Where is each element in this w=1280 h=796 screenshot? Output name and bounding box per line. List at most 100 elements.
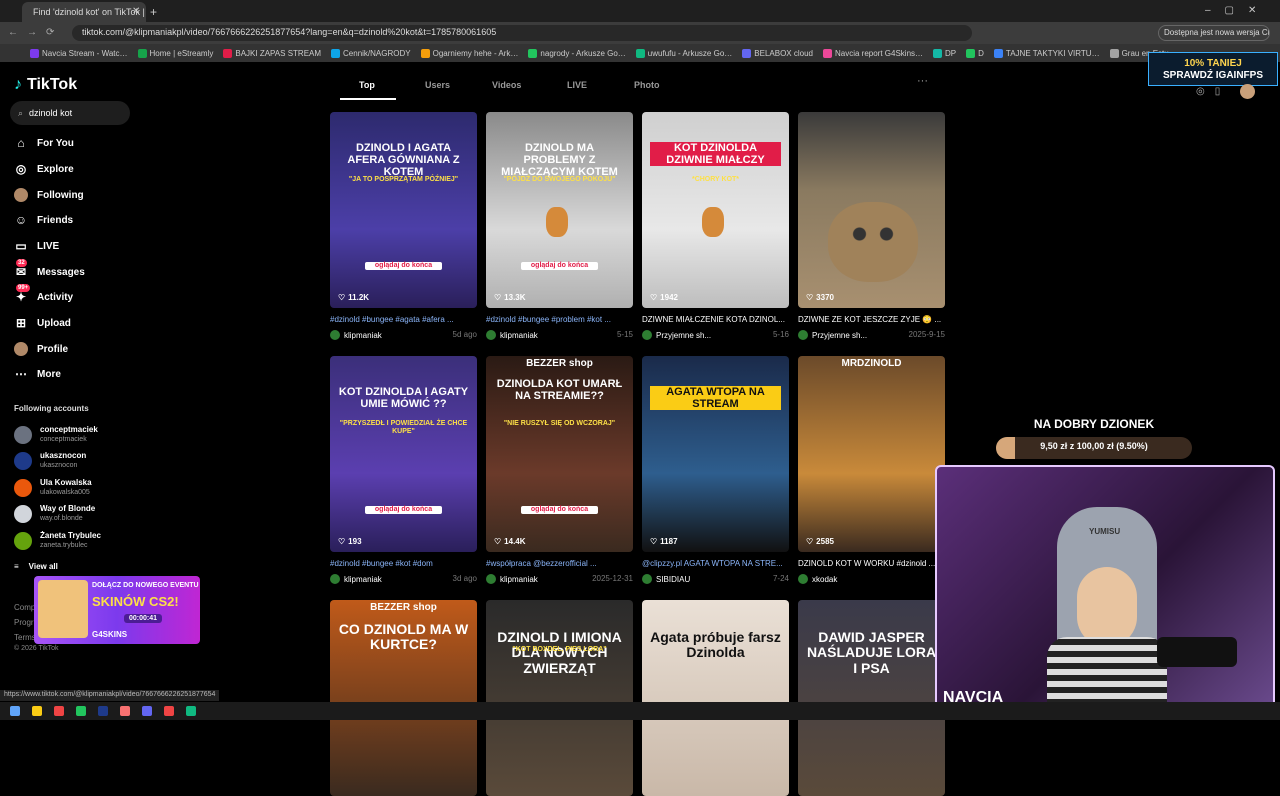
nav-activity[interactable]: ✦ 99+ Activity xyxy=(14,284,73,304)
tab-users[interactable]: Users xyxy=(425,80,450,90)
footer-item[interactable]: Progr xyxy=(14,615,36,630)
bookmark-item[interactable]: DP xyxy=(933,48,956,58)
obs-icon[interactable] xyxy=(142,706,152,716)
chrome-update-button[interactable]: Dostępna jest nowa wersja Chrome xyxy=(1158,25,1270,41)
bookmark-item[interactable]: TAJNE TAKTYKI VIRTU… xyxy=(993,48,1100,58)
video-card[interactable]: BEZZER shop DZINOLDA KOT UMARŁ NA STREAMI… xyxy=(486,356,633,584)
footer-item[interactable]: Comp xyxy=(14,600,36,615)
video-description[interactable]: #dzinold #bungee #kot #dom xyxy=(330,559,477,568)
chrome-icon[interactable] xyxy=(120,706,130,716)
video-thumbnail[interactable]: Agata próbuje farsz Dzinolda xyxy=(642,600,789,796)
nav-live[interactable]: ▭ LIVE xyxy=(14,239,59,253)
opera-icon[interactable] xyxy=(54,706,64,716)
following-account[interactable]: Way of Blonde way.of.blonde xyxy=(14,504,95,523)
more-options-icon[interactable]: ··· xyxy=(917,75,928,87)
video-card[interactable]: ♡ 3370 DZIWNE ZE KOT JESZCZE ZYJE 😳 ... Prz… xyxy=(798,112,945,340)
spotify-icon[interactable] xyxy=(76,706,86,716)
bookmark-item[interactable]: uwufufu - Arkusze Go… xyxy=(635,48,732,58)
video-description[interactable]: DZINOLD KOT W WORKU #dzinold ... xyxy=(798,559,945,568)
video-author[interactable]: Przyjemne sh... xyxy=(642,330,711,340)
video-description[interactable]: @clipzzy.pl AGATA WTOPA NA STRE... xyxy=(642,559,789,568)
bookmark-item[interactable]: BELABOX cloud xyxy=(742,48,813,58)
bookmark-item[interactable]: Navcia report G4Skins… xyxy=(822,48,923,58)
video-card[interactable]: DZINOLD I IMIONA DLA NOWYCH ZWIERZĄT "KOT… xyxy=(486,600,633,796)
nav-label: Friends xyxy=(37,214,74,226)
nav-buttons-icon[interactable]: ←→⟳ xyxy=(8,27,63,38)
video-card[interactable]: DZINOLD I AGATA AFERA GÓWNIANA Z KOTEM "J… xyxy=(330,112,477,340)
tab-photo[interactable]: Photo xyxy=(634,80,660,90)
video-description[interactable]: #dzinold #bungee #problem #kot ... xyxy=(486,315,633,324)
video-description[interactable]: #dzinold #bungee #agata #afera ... xyxy=(330,315,477,324)
tiktok-logo[interactable]: ♪ TikTok xyxy=(14,76,77,94)
tiktok-header-icons[interactable]: ◎▯ xyxy=(1196,86,1230,97)
video-card[interactable]: DAWID JASPER NAŚLADUJE LORA I PSA xyxy=(798,600,945,796)
video-thumbnail[interactable]: ♡ 3370 xyxy=(798,112,945,308)
user-avatar[interactable] xyxy=(1240,84,1255,99)
thumbnail-subcaption: "KOT BOXDEL, PIES LORA" xyxy=(512,646,607,653)
bookmark-item[interactable]: Home | eStreamly xyxy=(137,48,213,58)
window-controls[interactable]: –▢✕ xyxy=(1205,5,1270,16)
video-author[interactable]: Przyjemne sh... xyxy=(798,330,867,340)
video-card[interactable]: DZINOLD MA PROBLEMY Z MIAŁCZĄCYM KOTEM "P… xyxy=(486,112,633,340)
nav-for-you[interactable]: ⌂ For You xyxy=(14,136,73,150)
chrome-alt-icon[interactable] xyxy=(164,706,174,716)
nav-messages[interactable]: ✉ 32 Messages xyxy=(14,259,85,279)
video-thumbnail[interactable]: DZINOLD I IMIONA DLA NOWYCH ZWIERZĄT "KOT… xyxy=(486,600,633,796)
bookmark-item[interactable]: D xyxy=(966,48,984,58)
video-card[interactable]: AGATA WTOPA NA STREAM ♡ 1187 @clipzzy.pl AG… xyxy=(642,356,789,584)
video-thumbnail[interactable]: KOT DZINOLDA I AGATY UMIE MÓWIĆ ?? "PRZYS… xyxy=(330,356,477,552)
video-author[interactable]: xkodak xyxy=(798,574,837,584)
promo-brand: G4SKINS xyxy=(92,630,128,639)
following-account[interactable]: ukasznocon ukasznocon xyxy=(14,451,86,470)
bookmark-item[interactable]: Cennik/NAGRODY xyxy=(331,48,411,58)
video-thumbnail[interactable]: DZINOLD I AGATA AFERA GÓWNIANA Z KOTEM "J… xyxy=(330,112,477,308)
video-card[interactable]: MRDZINOLD ♡ 2585 DZINOLD KOT W WORKU #dzino… xyxy=(798,356,945,584)
video-thumbnail[interactable]: MRDZINOLD ♡ 2585 xyxy=(798,356,945,552)
following-account[interactable]: conceptmaciek conceptmaciek xyxy=(14,425,98,444)
browser-tab[interactable]: Find 'dzinold kot' on TikTok | TikTok xyxy=(22,2,146,22)
nav-friends[interactable]: ☺ Friends xyxy=(14,213,73,227)
video-description[interactable]: DZIWNE ZE KOT JESZCZE ZYJE 😳 ... xyxy=(798,315,945,324)
nav-more[interactable]: ⋯ More xyxy=(14,367,61,381)
bookmark-item[interactable]: BAJKI ZAPAS STREAM xyxy=(223,48,321,58)
video-thumbnail[interactable]: DAWID JASPER NAŚLADUJE LORA I PSA xyxy=(798,600,945,796)
video-author[interactable]: klipmaniak xyxy=(486,574,538,584)
new-tab-icon[interactable]: + xyxy=(150,5,157,19)
tab-top[interactable]: Top xyxy=(359,80,375,90)
search-input[interactable]: ⌕ dzinold kot xyxy=(10,101,130,125)
video-card[interactable]: KOT DZINOLDA I AGATY UMIE MÓWIĆ ?? "PRZYS… xyxy=(330,356,477,584)
view-all-link[interactable]: ≡ View all xyxy=(14,562,58,571)
video-thumbnail[interactable]: BEZZER shop CO DZINOLD MA W KURTCE? xyxy=(330,600,477,796)
video-card[interactable]: Agata próbuje farsz Dzinolda xyxy=(642,600,789,796)
video-description[interactable]: DZIWNE MIAŁCZENIE KOTA DZINOL... xyxy=(642,315,789,324)
video-author[interactable]: klipmaniak xyxy=(330,330,382,340)
following-account[interactable]: Żaneta Trybulec zaneta.trybulec xyxy=(14,531,101,550)
nav-following[interactable]: Following xyxy=(14,188,84,202)
nav-upload[interactable]: ⊞ Upload xyxy=(14,316,71,330)
steam-icon[interactable] xyxy=(98,706,108,716)
video-thumbnail[interactable]: KOT DZINOLDA DZIWNIE MIAŁCZY *CHORY KOT* ♡… xyxy=(642,112,789,308)
tab-live[interactable]: LIVE xyxy=(567,80,587,90)
video-card[interactable]: BEZZER shop CO DZINOLD MA W KURTCE? xyxy=(330,600,477,796)
video-thumbnail[interactable]: AGATA WTOPA NA STREAM ♡ 1187 xyxy=(642,356,789,552)
url-field[interactable]: tiktok.com/@klipmaniakpl/video/766766622… xyxy=(72,25,972,41)
video-description[interactable]: #współpraca @bezzerofficial ... xyxy=(486,559,633,568)
video-card[interactable]: KOT DZINOLDA DZIWNIE MIAŁCZY *CHORY KOT* ♡… xyxy=(642,112,789,340)
nav-explore[interactable]: ◎ Explore xyxy=(14,162,74,176)
footer-item[interactable]: Terms xyxy=(14,630,36,645)
video-author[interactable]: klipmaniak xyxy=(330,574,382,584)
following-account[interactable]: Ula Kowalska ulakowalska005 xyxy=(14,478,92,497)
close-tab-icon[interactable]: ✕ xyxy=(132,6,140,17)
bookmark-item[interactable]: Ogarniemy hehe - Ark… xyxy=(420,48,518,58)
terminal-icon[interactable] xyxy=(186,706,196,716)
video-author[interactable]: klipmaniak xyxy=(486,330,538,340)
file-explorer-icon[interactable] xyxy=(32,706,42,716)
bookmark-item[interactable]: nagrody - Arkusze Go… xyxy=(528,48,626,58)
windows-start-icon[interactable] xyxy=(10,706,20,716)
bookmark-item[interactable]: Navcia Stream - Watc… xyxy=(30,48,128,58)
tab-videos[interactable]: Videos xyxy=(492,80,521,90)
video-author[interactable]: SIBIDIAU xyxy=(642,574,690,584)
nav-profile[interactable]: Profile xyxy=(14,342,68,356)
video-thumbnail[interactable]: DZINOLD MA PROBLEMY Z MIAŁCZĄCYM KOTEM "P… xyxy=(486,112,633,308)
video-thumbnail[interactable]: BEZZER shop DZINOLDA KOT UMARŁ NA STREAMI… xyxy=(486,356,633,552)
